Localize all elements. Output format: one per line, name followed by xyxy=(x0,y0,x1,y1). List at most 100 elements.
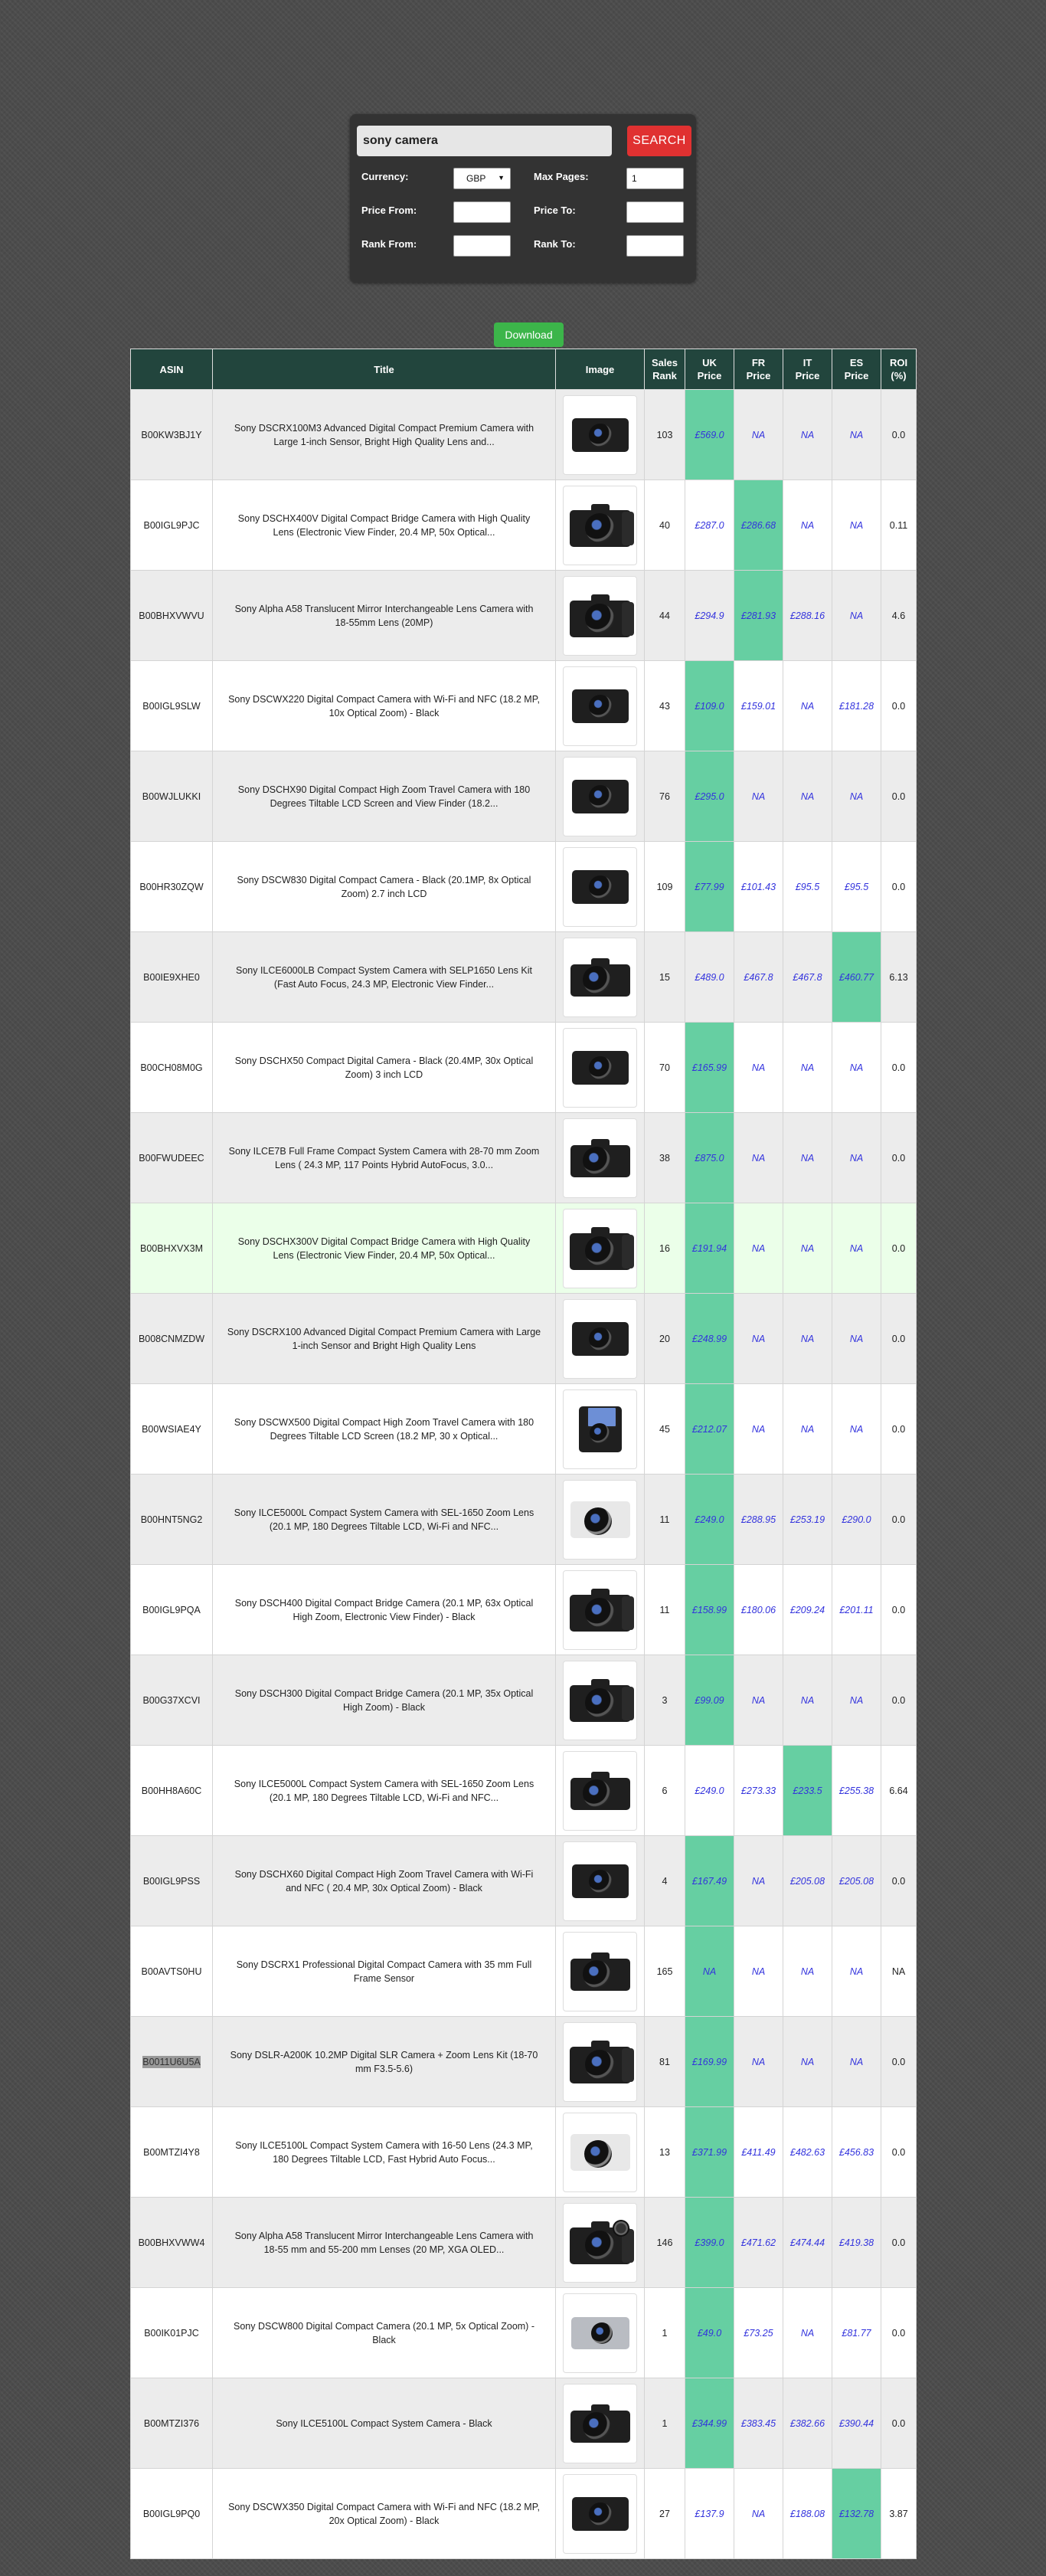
asin-cell[interactable]: B00IGL9PJC xyxy=(130,480,213,571)
uk-price-text: £165.99 xyxy=(691,1062,727,1073)
header-es-price[interactable]: ES Price xyxy=(832,349,881,390)
title-text: Sony DSCW830 Digital Compact Camera - Bl… xyxy=(237,874,531,899)
image-cell[interactable] xyxy=(555,570,645,661)
title-cell[interactable]: Sony ILCE5100L Compact System Camera wit… xyxy=(212,2106,556,2198)
header-it-price[interactable]: IT Price xyxy=(783,349,832,390)
search-button[interactable]: SEARCH xyxy=(627,126,691,156)
title-cell[interactable]: Sony DSCRX100 Advanced Digital Compact P… xyxy=(212,1293,556,1384)
title-cell[interactable]: Sony DSCWX500 Digital Compact High Zoom … xyxy=(212,1383,556,1475)
image-cell[interactable] xyxy=(555,2287,645,2378)
header-asin[interactable]: ASIN xyxy=(130,349,213,390)
image-cell[interactable] xyxy=(555,1474,645,1565)
asin-cell[interactable]: B00BHXVWW4 xyxy=(130,2197,213,2288)
header-uk-price[interactable]: UK Price xyxy=(685,349,734,390)
asin-cell[interactable]: B00IE9XHE0 xyxy=(130,931,213,1023)
image-cell[interactable] xyxy=(555,1112,645,1203)
image-cell[interactable] xyxy=(555,1835,645,1926)
header-roi[interactable]: ROI (%) xyxy=(881,349,917,390)
asin-cell[interactable]: B00G37XCVI xyxy=(130,1655,213,1746)
price-to-input[interactable] xyxy=(626,201,684,223)
asin-cell[interactable]: B00FWUDEEC xyxy=(130,1112,213,1203)
header-image[interactable]: Image xyxy=(555,349,645,390)
title-cell[interactable]: Sony Alpha A58 Translucent Mirror Interc… xyxy=(212,570,556,661)
title-cell[interactable]: Sony ILCE5100L Compact System Camera - B… xyxy=(212,2378,556,2469)
header-fr-price[interactable]: FR Price xyxy=(734,349,783,390)
asin-cell[interactable]: B00HR30ZQW xyxy=(130,841,213,932)
image-cell[interactable] xyxy=(555,480,645,571)
asin-text: B00WJLUKKI xyxy=(142,790,201,802)
image-cell[interactable] xyxy=(555,1655,645,1746)
title-cell[interactable]: Sony DSCHX300V Digital Compact Bridge Ca… xyxy=(212,1203,556,1294)
image-cell[interactable] xyxy=(555,751,645,842)
asin-cell[interactable]: B00HNT5NG2 xyxy=(130,1474,213,1565)
title-cell[interactable]: Sony DSCHX400V Digital Compact Bridge Ca… xyxy=(212,480,556,571)
header-title[interactable]: Title xyxy=(212,349,556,390)
price-from-input[interactable] xyxy=(453,201,511,223)
asin-cell[interactable]: B00BHXVWVU xyxy=(130,570,213,661)
title-cell[interactable]: Sony DSCRX1 Professional Digital Compact… xyxy=(212,1926,556,2017)
image-cell[interactable] xyxy=(555,1564,645,1655)
max-pages-input[interactable] xyxy=(626,168,684,189)
image-cell[interactable] xyxy=(555,841,645,932)
es-price-cell: £201.11 xyxy=(832,1564,881,1655)
image-cell[interactable] xyxy=(555,389,645,480)
asin-cell[interactable]: B008CNMZDW xyxy=(130,1293,213,1384)
asin-cell[interactable]: B00MTZI376 xyxy=(130,2378,213,2469)
asin-cell[interactable]: B00KW3BJ1Y xyxy=(130,389,213,480)
image-cell[interactable] xyxy=(555,1926,645,2017)
asin-cell[interactable]: B00IGL9PSS xyxy=(130,1835,213,1926)
rank-to-input[interactable] xyxy=(626,235,684,257)
it-price-cell: NA xyxy=(783,389,832,480)
image-cell[interactable] xyxy=(555,2197,645,2288)
image-cell[interactable] xyxy=(555,2106,645,2198)
title-cell[interactable]: Sony DSCHX50 Compact Digital Camera - Bl… xyxy=(212,1022,556,1113)
asin-cell[interactable]: B00HH8A60C xyxy=(130,1745,213,1836)
title-cell[interactable]: Sony ILCE5000L Compact System Camera wit… xyxy=(212,1474,556,1565)
asin-cell[interactable]: B00IGL9PQ0 xyxy=(130,2468,213,2559)
asin-cell[interactable]: B00IGL9SLW xyxy=(130,660,213,751)
title-cell[interactable]: Sony DSCH400 Digital Compact Bridge Came… xyxy=(212,1564,556,1655)
title-cell[interactable]: Sony DSCH300 Digital Compact Bridge Came… xyxy=(212,1655,556,1746)
title-cell[interactable]: Sony DSCWX220 Digital Compact Camera wit… xyxy=(212,660,556,751)
es-price-text: NA xyxy=(849,1966,864,1977)
image-cell[interactable] xyxy=(555,1745,645,1836)
image-cell[interactable] xyxy=(555,2016,645,2107)
fr-price-text: NA xyxy=(751,1152,766,1164)
asin-cell[interactable]: B00WJLUKKI xyxy=(130,751,213,842)
title-cell[interactable]: Sony ILCE7B Full Frame Compact System Ca… xyxy=(212,1112,556,1203)
title-cell[interactable]: Sony DSCW800 Digital Compact Camera (20.… xyxy=(212,2287,556,2378)
title-cell[interactable]: Sony ILCE5000L Compact System Camera wit… xyxy=(212,1745,556,1836)
asin-cell[interactable]: B00IK01PJC xyxy=(130,2287,213,2378)
image-cell[interactable] xyxy=(555,1022,645,1113)
title-cell[interactable]: Sony DSCHX90 Digital Compact High Zoom T… xyxy=(212,751,556,842)
download-button[interactable]: Download xyxy=(494,322,564,347)
rank-from-input[interactable] xyxy=(453,235,511,257)
title-cell[interactable]: Sony DSCRX100M3 Advanced Digital Compact… xyxy=(212,389,556,480)
image-cell[interactable] xyxy=(555,660,645,751)
image-cell[interactable] xyxy=(555,931,645,1023)
currency-select[interactable]: GBP ▼ xyxy=(453,168,511,189)
search-input[interactable] xyxy=(357,126,612,156)
title-cell[interactable]: Sony DSCHX60 Digital Compact High Zoom T… xyxy=(212,1835,556,1926)
title-text: Sony Alpha A58 Translucent Mirror Interc… xyxy=(234,2230,534,2255)
title-cell[interactable]: Sony Alpha A58 Translucent Mirror Interc… xyxy=(212,2197,556,2288)
title-cell[interactable]: Sony DSLR-A200K 10.2MP Digital SLR Camer… xyxy=(212,2016,556,2107)
asin-cell[interactable]: B0011U6U5A xyxy=(130,2016,213,2107)
image-cell[interactable] xyxy=(555,2378,645,2469)
table-row: B00BHXVX3M Sony DSCHX300V Digital Compact… xyxy=(130,1203,917,1294)
asin-cell[interactable]: B00WSIAE4Y xyxy=(130,1383,213,1475)
title-cell[interactable]: Sony DSCWX350 Digital Compact Camera wit… xyxy=(212,2468,556,2559)
asin-cell[interactable]: B00BHXVX3M xyxy=(130,1203,213,1294)
it-price-cell: NA xyxy=(783,1293,832,1384)
title-cell[interactable]: Sony DSCW830 Digital Compact Camera - Bl… xyxy=(212,841,556,932)
title-cell[interactable]: Sony ILCE6000LB Compact System Camera wi… xyxy=(212,931,556,1023)
image-cell[interactable] xyxy=(555,1383,645,1475)
asin-cell[interactable]: B00CH08M0G xyxy=(130,1022,213,1113)
image-cell[interactable] xyxy=(555,2468,645,2559)
asin-cell[interactable]: B00IGL9PQA xyxy=(130,1564,213,1655)
asin-cell[interactable]: B00MTZI4Y8 xyxy=(130,2106,213,2198)
asin-cell[interactable]: B00AVTS0HU xyxy=(130,1926,213,2017)
header-sales-rank[interactable]: Sales Rank xyxy=(644,349,685,390)
image-cell[interactable] xyxy=(555,1293,645,1384)
image-cell[interactable] xyxy=(555,1203,645,1294)
